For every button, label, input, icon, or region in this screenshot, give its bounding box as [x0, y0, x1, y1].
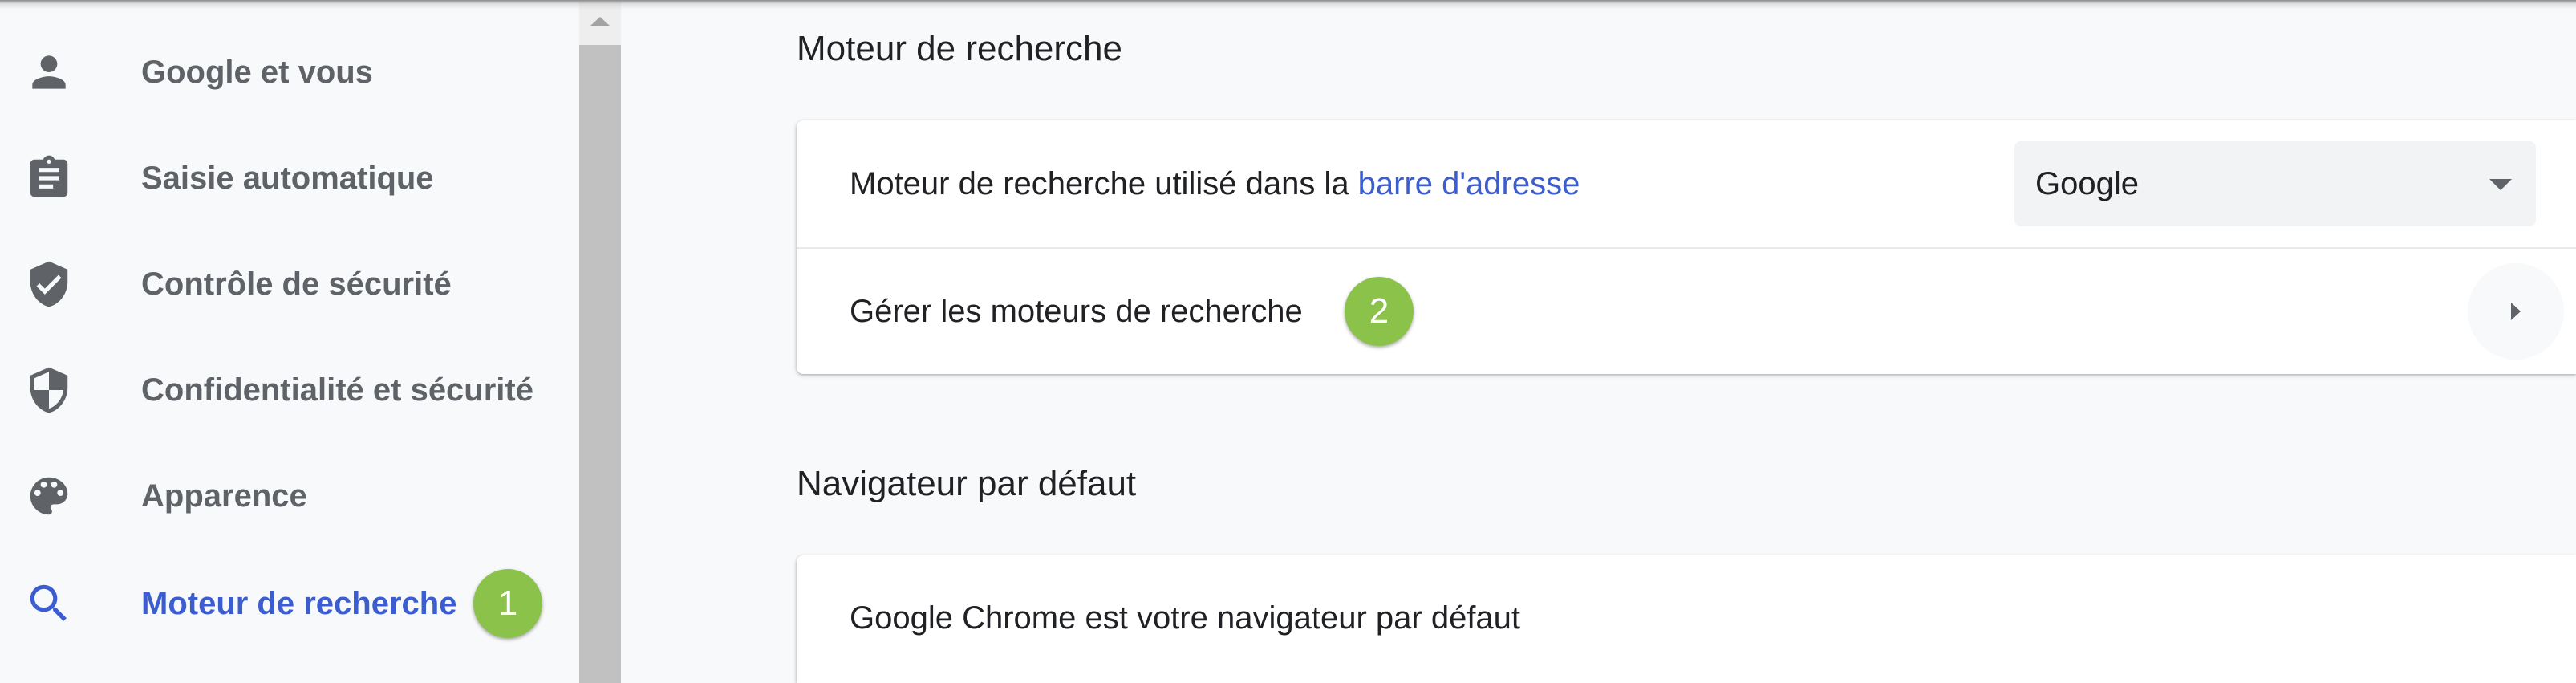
- shield-check-icon: [24, 259, 74, 309]
- settings-sidebar: Google et vous Saisie automatique Contrô…: [0, 0, 579, 683]
- sidebar-item-label: Moteur de recherche: [141, 585, 457, 621]
- scrollbar-thumb[interactable]: [579, 45, 621, 683]
- sidebar-item-label: Confidentialité et sécurité: [141, 372, 533, 408]
- manage-search-engines-row[interactable]: Gérer les moteurs de recherche 2: [797, 249, 2576, 374]
- sidebar-item-confidentialite[interactable]: Confidentialité et sécurité: [0, 337, 579, 443]
- sidebar-scrollbar[interactable]: [579, 0, 621, 683]
- palette-icon: [24, 471, 74, 521]
- clipboard-icon: [24, 153, 74, 203]
- sidebar-item-label: Saisie automatique: [141, 160, 434, 196]
- sidebar-item-moteur-de-recherche[interactable]: Moteur de recherche 1: [0, 551, 579, 657]
- sidebar-item-label: Contrôle de sécurité: [141, 266, 452, 302]
- manage-search-engines-label: Gérer les moteurs de recherche: [850, 293, 1303, 329]
- address-bar-link[interactable]: barre d'adresse: [1358, 166, 1580, 201]
- address-bar-engine-label: Moteur de recherche utilisé dans la barr…: [850, 166, 1580, 202]
- shield-half-icon: [24, 365, 74, 415]
- sidebar-item-google-et-vous[interactable]: Google et vous: [0, 19, 579, 125]
- search-engine-select[interactable]: Google: [2014, 141, 2536, 226]
- sidebar-item-label: Apparence: [141, 478, 307, 514]
- search-icon: [24, 579, 74, 628]
- default-browser-row: Google Chrome est votre navigateur par d…: [797, 555, 2576, 681]
- sidebar-item-saisie-automatique[interactable]: Saisie automatique: [0, 125, 579, 231]
- address-bar-engine-text: Moteur de recherche utilisé dans la: [850, 165, 1358, 201]
- default-browser-card: Google Chrome est votre navigateur par d…: [797, 555, 2576, 683]
- top-shadow: [0, 0, 2576, 10]
- section-title-default-browser: Navigateur par défaut: [797, 464, 1137, 503]
- address-bar-engine-row: Moteur de recherche utilisé dans la barr…: [797, 120, 2576, 247]
- sidebar-item-controle-securite[interactable]: Contrôle de sécurité: [0, 231, 579, 337]
- person-icon: [24, 47, 74, 97]
- step-badge: 2: [1345, 277, 1414, 346]
- search-engine-card: Moteur de recherche utilisé dans la barr…: [797, 120, 2576, 374]
- manage-search-engines-arrow-button[interactable]: [2468, 263, 2564, 360]
- sidebar-item-apparence[interactable]: Apparence: [0, 443, 579, 549]
- dropdown-arrow-icon: [2489, 179, 2512, 190]
- default-browser-status: Google Chrome est votre navigateur par d…: [850, 600, 1521, 636]
- section-title-search-engine: Moteur de recherche: [797, 29, 1122, 68]
- search-engine-select-value: Google: [2035, 165, 2139, 201]
- sidebar-item-label: Google et vous: [141, 54, 373, 90]
- arrow-right-icon: [2511, 303, 2521, 320]
- step-badge: 1: [473, 569, 542, 638]
